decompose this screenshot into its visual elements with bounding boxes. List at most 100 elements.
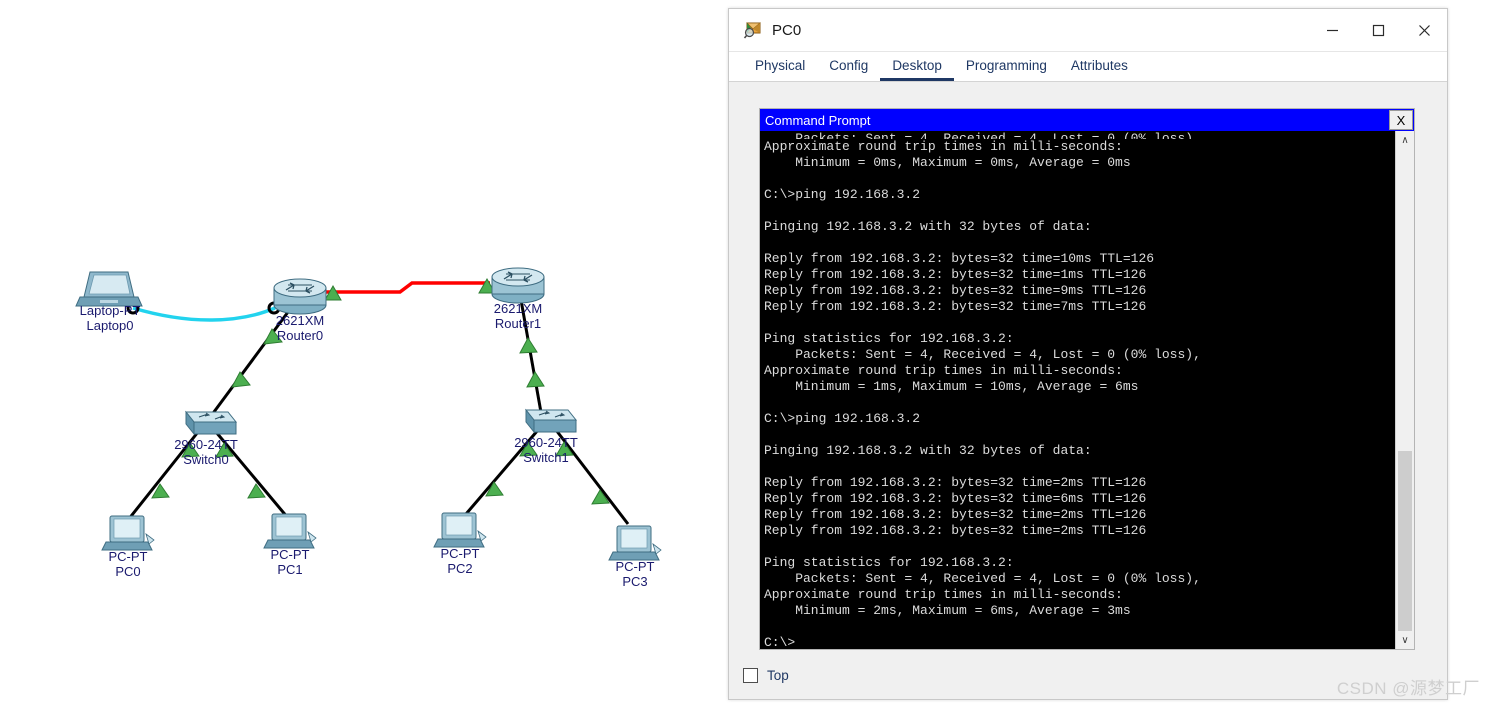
window-controls	[1309, 9, 1447, 52]
laptop-icon-laptop0	[75, 271, 143, 307]
node-model: PC-PT	[108, 549, 148, 564]
terminal-output[interactable]: Packets: Sent = 4, Received = 4, Lost = …	[760, 131, 1395, 649]
router-icon-router0	[273, 278, 327, 315]
scroll-up-arrow-icon[interactable]: ∧	[1396, 131, 1414, 149]
terminal-line: C:\>	[764, 635, 796, 649]
command-prompt-title: Command Prompt	[765, 112, 871, 128]
node-pc2[interactable]: PC-PT PC2	[416, 546, 504, 576]
terminal-line: Minimum = 0ms, Maximum = 0ms, Average = …	[764, 155, 1131, 170]
terminal-line-clipped: Packets: Sent = 4, Received = 4, Lost = …	[764, 131, 1201, 139]
switch-icon-switch1	[524, 408, 578, 434]
command-prompt-body: Packets: Sent = 4, Received = 4, Lost = …	[760, 131, 1414, 649]
tab-config[interactable]: Config	[817, 52, 880, 81]
close-button[interactable]	[1401, 9, 1447, 52]
scroll-down-arrow-icon[interactable]: ∨	[1396, 631, 1414, 649]
tab-programming[interactable]: Programming	[954, 52, 1059, 81]
terminal-line: Ping statistics for 192.168.3.2:	[764, 331, 1014, 346]
node-model: PC-PT	[270, 547, 310, 562]
router-icon-router1	[491, 267, 545, 304]
tab-physical[interactable]: Physical	[743, 52, 817, 81]
node-switch1[interactable]: 2960-24TT Switch1	[502, 435, 590, 465]
node-model: PC-PT	[440, 546, 480, 561]
command-prompt-close-button[interactable]: X	[1389, 110, 1413, 130]
terminal-line: Reply from 192.168.3.2: bytes=32 time=2m…	[764, 475, 1147, 490]
node-model: Laptop-PT	[79, 303, 141, 318]
pc-icon-pc2	[433, 512, 487, 548]
link-router0-router1	[322, 281, 490, 294]
node-name: Router0	[276, 328, 324, 343]
node-pc3[interactable]: PC-PT PC3	[591, 559, 679, 589]
packet-tracer-icon	[743, 20, 763, 40]
terminal-line: Reply from 192.168.3.2: bytes=32 time=1m…	[764, 267, 1147, 282]
terminal-line: Approximate round trip times in milli-se…	[764, 363, 1123, 378]
device-tabs[interactable]: Physical Config Desktop Programming Attr…	[729, 52, 1447, 82]
scrollbar-thumb[interactable]	[1398, 451, 1412, 631]
command-prompt-window[interactable]: Command Prompt X Packets: Sent = 4, Rece…	[759, 108, 1415, 650]
node-router0[interactable]: 2621XM Router0	[256, 313, 344, 343]
network-topology-canvas[interactable]: Laptop-PT Laptop0 2621XM Router0 2621XM …	[0, 0, 728, 709]
node-router1[interactable]: 2621XM Router1	[474, 301, 562, 331]
node-model: 2960-24TT	[514, 435, 578, 450]
pc-icon-pc3	[608, 525, 662, 561]
node-pc0[interactable]: PC-PT PC0	[84, 549, 172, 579]
node-switch0[interactable]: 2960-24TT Switch0	[162, 437, 250, 467]
terminal-line: Minimum = 1ms, Maximum = 10ms, Average =…	[764, 379, 1139, 394]
node-name: Laptop0	[86, 318, 134, 333]
pc-icon-pc0	[101, 515, 155, 551]
terminal-line: Minimum = 2ms, Maximum = 6ms, Average = …	[764, 603, 1131, 618]
terminal-line: Reply from 192.168.3.2: bytes=32 time=10…	[764, 251, 1155, 266]
topology-links-layer	[75, 267, 662, 561]
terminal-line: Approximate round trip times in milli-se…	[764, 139, 1123, 154]
terminal-line: Packets: Sent = 4, Received = 4, Lost = …	[764, 347, 1201, 362]
node-model: PC-PT	[615, 559, 655, 574]
node-name: PC0	[115, 564, 141, 579]
node-laptop0[interactable]: Laptop-PT Laptop0	[66, 303, 154, 333]
terminal-line: Pinging 192.168.3.2 with 32 bytes of dat…	[764, 219, 1092, 234]
terminal-line: Approximate round trip times in milli-se…	[764, 587, 1123, 602]
tab-attributes[interactable]: Attributes	[1059, 52, 1140, 81]
node-name: PC1	[277, 562, 303, 577]
window-title: PC0	[772, 21, 802, 39]
top-checkbox-label: Top	[767, 667, 789, 683]
top-checkbox[interactable]	[743, 667, 758, 683]
terminal-line: Reply from 192.168.3.2: bytes=32 time=2m…	[764, 523, 1147, 538]
pc-icon-pc1	[263, 513, 317, 549]
tab-desktop[interactable]: Desktop	[880, 52, 954, 81]
window-footer: Top	[743, 661, 1431, 689]
node-name: Router1	[494, 316, 542, 331]
link-laptop0-router0	[132, 306, 276, 322]
terminal-line: Packets: Sent = 4, Received = 4, Lost = …	[764, 571, 1201, 586]
window-titlebar[interactable]: PC0	[729, 9, 1447, 52]
terminal-line: Reply from 192.168.3.2: bytes=32 time=9m…	[764, 283, 1147, 298]
terminal-line: Reply from 192.168.3.2: bytes=32 time=6m…	[764, 491, 1147, 506]
node-model: 2960-24TT	[174, 437, 238, 452]
maximize-button[interactable]	[1355, 9, 1401, 52]
device-window[interactable]: PC0 Physical Config Desktop Programming …	[728, 8, 1448, 700]
node-name: PC3	[622, 574, 648, 589]
terminal-line: Reply from 192.168.3.2: bytes=32 time=2m…	[764, 507, 1147, 522]
node-name: PC2	[447, 561, 473, 576]
terminal-line: C:\>ping 192.168.3.2	[764, 411, 921, 426]
node-model: 2621XM	[493, 301, 543, 316]
command-prompt-titlebar[interactable]: Command Prompt X	[760, 109, 1414, 131]
node-name: Switch0	[183, 452, 229, 467]
terminal-line: Reply from 192.168.3.2: bytes=32 time=7m…	[764, 299, 1147, 314]
terminal-scrollbar[interactable]: ∧ ∨	[1395, 131, 1414, 649]
terminal-line: Ping statistics for 192.168.3.2:	[764, 555, 1014, 570]
terminal-line: Pinging 192.168.3.2 with 32 bytes of dat…	[764, 443, 1092, 458]
node-name: Switch1	[523, 450, 569, 465]
node-pc1[interactable]: PC-PT PC1	[246, 547, 334, 577]
terminal-line: C:\>ping 192.168.3.2	[764, 187, 921, 202]
node-model: 2621XM	[275, 313, 325, 328]
desktop-panel: Command Prompt X Packets: Sent = 4, Rece…	[743, 97, 1431, 653]
minimize-button[interactable]	[1309, 9, 1355, 52]
switch-icon-switch0	[184, 410, 238, 436]
